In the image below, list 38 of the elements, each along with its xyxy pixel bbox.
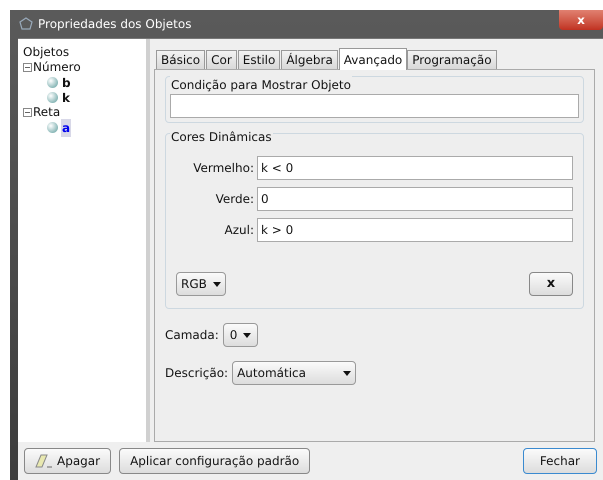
- description-label: Descrição:: [165, 365, 228, 382]
- input-field[interactable]: k > 0: [257, 218, 573, 242]
- layer-label: Camada:: [165, 327, 219, 344]
- erase-button[interactable]: Apagar: [24, 448, 112, 474]
- tree-node[interactable]: Número: [33, 60, 81, 75]
- tree-leaf[interactable]: k: [61, 88, 71, 106]
- tab[interactable]: Estilo: [238, 50, 280, 69]
- field-label: Verde:: [214, 191, 254, 208]
- tab[interactable]: Avançado: [338, 48, 408, 70]
- expand-toggle[interactable]: −: [23, 63, 32, 72]
- eraser-icon: [35, 454, 53, 468]
- color-mode-dropdown[interactable]: RGB: [176, 272, 226, 296]
- field-label: Vermelho:: [192, 160, 254, 177]
- tree-leaf[interactable]: b: [61, 74, 72, 92]
- clear-button[interactable]: x: [529, 272, 573, 296]
- tab[interactable]: Cor: [206, 50, 237, 69]
- condition-field[interactable]: [170, 94, 579, 118]
- tree-root: Objetos: [23, 45, 70, 60]
- tree-leaf[interactable]: a: [61, 118, 72, 136]
- caret-icon: [212, 282, 221, 286]
- tab[interactable]: Básico: [156, 50, 206, 69]
- input-field[interactable]: k < 0: [257, 156, 573, 180]
- window-title: Propriedades dos Objetos: [38, 16, 192, 33]
- expand-toggle[interactable]: −: [23, 108, 32, 117]
- description-dropdown[interactable]: Automática: [232, 361, 356, 385]
- input-field[interactable]: 0: [257, 187, 573, 211]
- close-button[interactable]: x: [559, 10, 603, 30]
- layer-dropdown[interactable]: 0: [222, 323, 258, 347]
- tab[interactable]: Álgebra: [281, 50, 338, 69]
- group-title: Condição para Mostrar Objeto: [170, 76, 352, 94]
- caret-icon: [243, 332, 252, 338]
- caret-icon: [343, 370, 352, 376]
- tab[interactable]: Programação: [407, 50, 497, 69]
- apply-defaults-button[interactable]: Aplicar configuração padrão: [119, 448, 310, 474]
- close-dialog-button[interactable]: Fechar: [522, 448, 597, 474]
- tree-node[interactable]: Reta: [33, 105, 60, 120]
- app-icon: [18, 16, 34, 32]
- field-label: Azul:: [224, 222, 254, 239]
